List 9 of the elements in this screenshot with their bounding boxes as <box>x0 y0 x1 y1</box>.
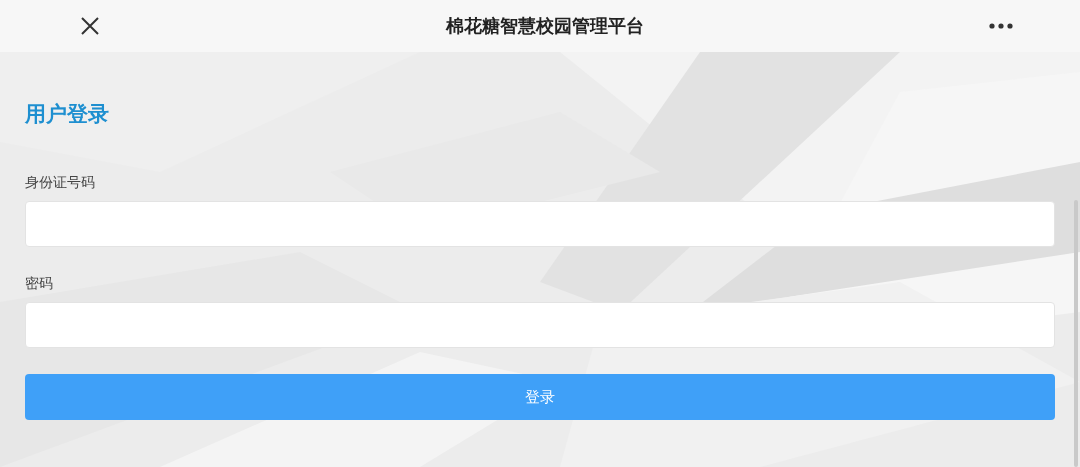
input-field[interactable] <box>25 201 1055 247</box>
input-field[interactable] <box>25 302 1055 348</box>
field-label: 密码 <box>25 275 54 293</box>
login-button[interactable]: 登录 <box>25 374 1055 420</box>
window-title: 棉花糖智慧校园管理平台 <box>446 14 644 38</box>
field-label: 身份证号码 <box>25 174 96 192</box>
more-icon[interactable] <box>988 22 1014 30</box>
scrollbar[interactable] <box>1074 200 1078 467</box>
form-heading: 用户登录 <box>25 101 110 128</box>
